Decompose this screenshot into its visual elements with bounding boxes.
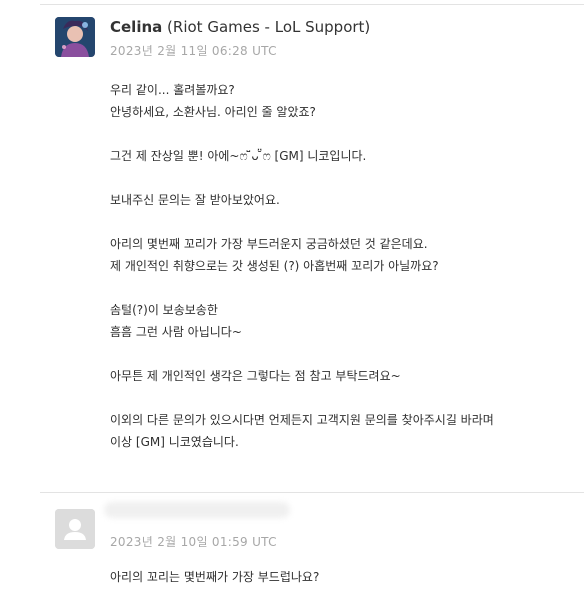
comment-paragraph: 이외의 다른 문의가 있으시다면 언제든지 고객지원 문의를 찾아주시길 바라며… — [110, 409, 570, 453]
comment-line: 솜털(?)이 보송보송한 — [110, 303, 218, 317]
comment-line: 안녕하세요, 소환사님. 아리인 줄 알았죠? — [110, 105, 316, 119]
comment-line: 제 개인적인 취향으로는 갓 생성된 (?) 아홉번째 꼬리가 아닐까요? — [110, 259, 439, 273]
comment-divider — [40, 4, 584, 5]
comment-paragraph: 아무튼 제 개인적인 생각은 그렇다는 점 참고 부탁드려요~ — [110, 365, 570, 387]
comment-paragraph: 보내주신 문의는 잘 받아보았어요. — [110, 189, 570, 211]
comment-line: 그건 제 잔상일 뿐! 아에~ෆ ̆̈ᴗ ̆̈ෆ [GM] 니코입니다. — [110, 149, 367, 163]
comment-line: 이상 [GM] 니코였습니다. — [110, 435, 239, 449]
comment-body: 우리 같이... 홀려볼까요? 안녕하세요, 소환사님. 아리인 줄 알았죠? … — [110, 79, 570, 475]
comment-divider — [40, 492, 584, 493]
comment-paragraph: 그건 제 잔상일 뿐! 아에~ෆ ̆̈ᴗ ̆̈ෆ [GM] 니코입니다. — [110, 145, 570, 167]
author-role: (Riot Games - LoL Support) — [167, 18, 371, 36]
comment-line: 우리 같이... 홀려볼까요? — [110, 83, 235, 97]
comment-line: 보내주신 문의는 잘 받아보았어요. — [110, 193, 280, 207]
comment-line: 아리의 몇번째 꼬리가 가장 부드러운지 궁금하셨던 것 같은데요. — [110, 237, 428, 251]
comment-line: 아리의 꼬리는 몇번째가 가장 부드럽나요? — [110, 570, 320, 584]
comment-body: 아리의 꼬리는 몇번째가 가장 부드럽나요? — [110, 566, 570, 610]
comment-timestamp[interactable]: 2023년 2월 10일 01:59 UTC — [110, 533, 277, 550]
default-user-avatar-icon — [55, 509, 95, 549]
comment-paragraph: 아리의 꼬리는 몇번째가 가장 부드럽나요? — [110, 566, 570, 588]
agent-author: Celina (Riot Games - LoL Support) — [110, 18, 370, 36]
comment-line: 흠흠 그런 사람 아닙니다~ — [110, 325, 242, 339]
author-name[interactable]: Celina — [110, 18, 162, 36]
comment-paragraph: 솜털(?)이 보송보송한 흠흠 그런 사람 아닙니다~ — [110, 299, 570, 343]
comment-timestamp[interactable]: 2023년 2월 11일 06:28 UTC — [110, 42, 277, 59]
agent-avatar-image — [55, 17, 95, 57]
comment-paragraph: 아리의 몇번째 꼬리가 가장 부드러운지 궁금하셨던 것 같은데요. 제 개인적… — [110, 233, 570, 277]
comment-paragraph: 우리 같이... 홀려볼까요? 안녕하세요, 소환사님. 아리인 줄 알았죠? — [110, 79, 570, 123]
comment-line: 아무튼 제 개인적인 생각은 그렇다는 점 참고 부탁드려요~ — [110, 369, 401, 383]
user-avatar[interactable] — [55, 509, 95, 549]
comment-line: 이외의 다른 문의가 있으시다면 언제든지 고객지원 문의를 찾아주시길 바라며 — [110, 413, 494, 427]
redacted-author-name — [104, 502, 290, 518]
agent-avatar[interactable] — [55, 17, 95, 57]
